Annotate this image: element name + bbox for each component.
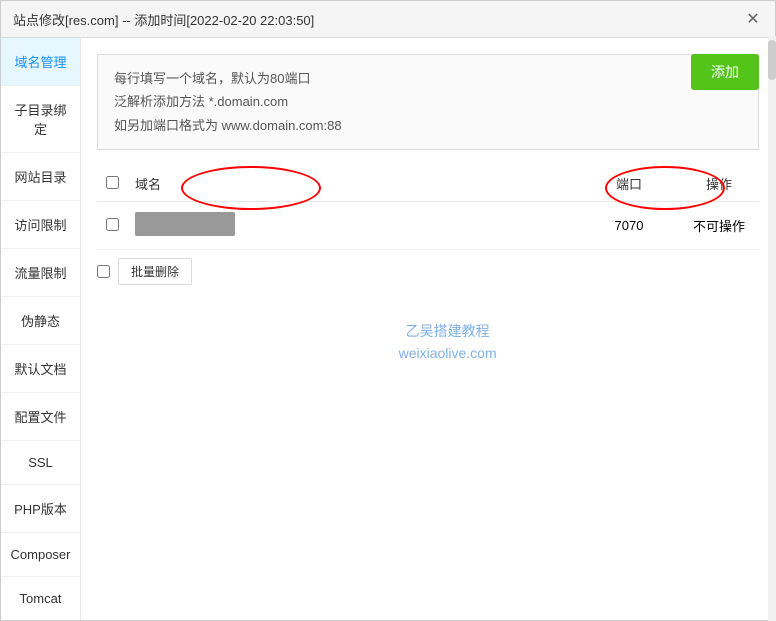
scrollbar-thumb[interactable] — [768, 40, 775, 80]
info-box: 每行填写一个域名，默认为80端口 泛解析添加方法 *.domain.com 如另… — [97, 54, 759, 150]
batch-checkbox[interactable] — [97, 265, 110, 278]
info-line-2: 泛解析添加方法 *.domain.com — [114, 90, 742, 113]
sidebar-item-config-file[interactable]: 配置文件 — [1, 393, 80, 441]
header-action: 操作 — [679, 174, 759, 193]
row-check — [97, 218, 127, 234]
header-check — [97, 176, 127, 192]
sidebar-item-access-limit[interactable]: 访问限制 — [1, 201, 80, 249]
scrollbar[interactable] — [768, 38, 775, 620]
table-header: 域名 端口 操作 — [97, 166, 759, 202]
watermark-line1: 乙吴搭建教程 — [399, 320, 497, 342]
window-title: 站点修改[res.com] -- 添加时间[2022-02-20 22:03:5… — [13, 10, 314, 29]
sidebar-item-tomcat[interactable]: Tomcat — [1, 577, 80, 620]
domain-table: 域名 端口 操作 7070 不可操作 — [97, 166, 759, 293]
main-layout: 域名管理 子目录绑定 网站目录 访问限制 流量限制 伪静态 默认文档 配置文件 … — [1, 38, 775, 620]
sidebar: 域名管理 子目录绑定 网站目录 访问限制 流量限制 伪静态 默认文档 配置文件 … — [1, 38, 81, 620]
row-domain — [127, 212, 579, 239]
sidebar-item-php-version[interactable]: PHP版本 — [1, 485, 80, 533]
header-domain: 域名 — [127, 174, 579, 193]
titlebar: 站点修改[res.com] -- 添加时间[2022-02-20 22:03:5… — [1, 1, 775, 38]
watermark-line2: weixiaolive.com — [399, 342, 497, 364]
content-area: 每行填写一个域名，默认为80端口 泛解析添加方法 *.domain.com 如另… — [81, 38, 775, 620]
sidebar-item-pseudo-static[interactable]: 伪静态 — [1, 297, 80, 345]
sidebar-item-composer[interactable]: Composer — [1, 533, 80, 577]
batch-delete-row: 批量删除 — [97, 250, 759, 293]
sidebar-item-site-directory[interactable]: 网站目录 — [1, 153, 80, 201]
sidebar-item-ssl[interactable]: SSL — [1, 441, 80, 485]
row-port: 7070 — [579, 218, 679, 233]
sidebar-item-traffic-limit[interactable]: 流量限制 — [1, 249, 80, 297]
row-checkbox[interactable] — [106, 218, 119, 231]
sidebar-item-subdirectory-bind[interactable]: 子目录绑定 — [1, 86, 80, 153]
select-all-checkbox[interactable] — [106, 176, 119, 189]
watermark: 乙吴搭建教程 weixiaolive.com — [399, 320, 497, 365]
sidebar-item-domain-manage[interactable]: 域名管理 — [1, 38, 80, 86]
sidebar-item-default-doc[interactable]: 默认文档 — [1, 345, 80, 393]
batch-delete-button[interactable]: 批量删除 — [118, 258, 192, 285]
header-port: 端口 — [579, 174, 679, 193]
info-line-1: 每行填写一个域名，默认为80端口 — [114, 67, 742, 90]
table-row: 7070 不可操作 — [97, 202, 759, 250]
main-window: 站点修改[res.com] -- 添加时间[2022-02-20 22:03:5… — [0, 0, 776, 621]
info-line-3: 如另加端口格式为 www.domain.com:88 — [114, 114, 742, 137]
add-button[interactable]: 添加 — [691, 54, 759, 90]
domain-hidden-value — [135, 212, 235, 236]
close-button[interactable]: ✕ — [743, 9, 763, 29]
row-action: 不可操作 — [679, 216, 759, 235]
